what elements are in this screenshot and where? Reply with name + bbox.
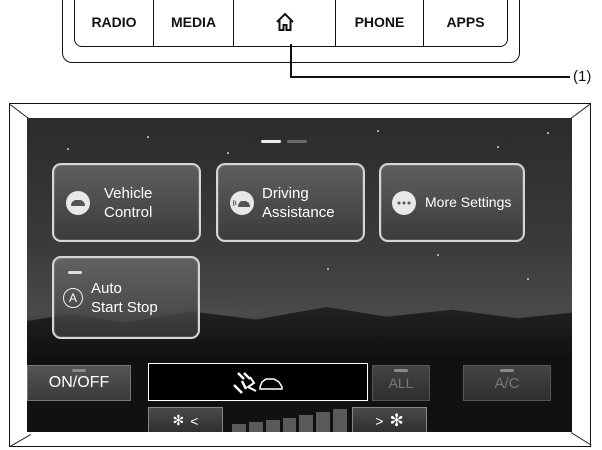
fan-level-bar	[232, 424, 246, 432]
more-settings-label: More Settings	[425, 194, 512, 210]
infotainment-screen: Vehicle Control Driving Assistance More …	[27, 118, 572, 432]
star	[547, 132, 549, 134]
home-button[interactable]	[234, 0, 336, 46]
fan-speed-up-button[interactable]: > ✻	[352, 407, 427, 432]
fan-speed-level-indicator	[232, 408, 348, 432]
vehicle-control-tile[interactable]: Vehicle Control	[52, 163, 201, 242]
status-indicator	[72, 369, 86, 372]
driving-assistance-tile[interactable]: Driving Assistance	[216, 163, 365, 242]
fan-level-bar	[282, 418, 297, 432]
driving-assistance-label: Driving Assistance	[262, 184, 335, 221]
airflow-mode-icon	[233, 372, 283, 394]
phone-button[interactable]: PHONE	[336, 0, 424, 46]
all-label: ALL	[388, 375, 414, 391]
fan-speed-down-button[interactable]: ✻ <	[148, 407, 223, 432]
radio-button[interactable]: RADIO	[75, 0, 154, 46]
star	[67, 148, 69, 150]
star	[437, 254, 439, 256]
auto-start-stop-tile[interactable]: A Auto Start Stop	[52, 256, 200, 339]
on-off-label: ON/OFF	[48, 374, 110, 391]
status-indicator	[394, 369, 408, 372]
more-settings-tile[interactable]: More Settings	[379, 163, 525, 242]
airflow-mode-button[interactable]	[148, 363, 368, 401]
page-indicator	[261, 140, 307, 143]
callout-label: (1)	[573, 68, 592, 85]
car-icon	[66, 190, 90, 215]
climate-control-bar: ON/OFF ALL A/C ✻ < > ✻	[27, 361, 572, 432]
fan-level-bar	[316, 412, 331, 432]
auto-start-stop-icon: A	[63, 287, 83, 308]
fan-up-chevron: >	[375, 412, 384, 429]
callout-leader-vertical	[290, 44, 292, 77]
star	[227, 152, 229, 154]
hardware-button-row: RADIO MEDIA PHONE APPS	[74, 0, 508, 47]
fan-icon: ✻	[389, 410, 404, 430]
star	[497, 146, 499, 148]
fan-level-bar	[265, 420, 280, 432]
star	[377, 130, 379, 132]
apps-button[interactable]: APPS	[424, 0, 507, 46]
page-dot-active	[261, 140, 281, 143]
fan-icon: ✻	[172, 412, 185, 428]
fan-level-bar	[299, 415, 314, 432]
status-indicator	[68, 271, 82, 274]
climate-on-off-button[interactable]: ON/OFF	[27, 365, 131, 401]
page-dot	[287, 140, 307, 143]
media-button[interactable]: MEDIA	[154, 0, 234, 46]
driver-assist-icon	[230, 190, 254, 215]
callout-leader-horizontal	[290, 76, 570, 78]
home-icon	[275, 12, 294, 31]
vehicle-control-label: Vehicle Control	[104, 184, 153, 221]
all-zones-button[interactable]: ALL	[372, 365, 430, 401]
star	[327, 268, 329, 270]
status-indicator	[500, 369, 514, 372]
star	[147, 136, 149, 138]
star	[527, 278, 529, 280]
ac-label: A/C	[494, 374, 520, 392]
auto-start-stop-label: Auto Start Stop	[91, 279, 158, 316]
fan-down-chevron: <	[190, 412, 199, 429]
fan-level-bar	[333, 409, 348, 432]
fan-level-bar	[248, 422, 263, 432]
ac-button[interactable]: A/C	[463, 365, 551, 401]
more-dots-icon	[392, 190, 416, 215]
